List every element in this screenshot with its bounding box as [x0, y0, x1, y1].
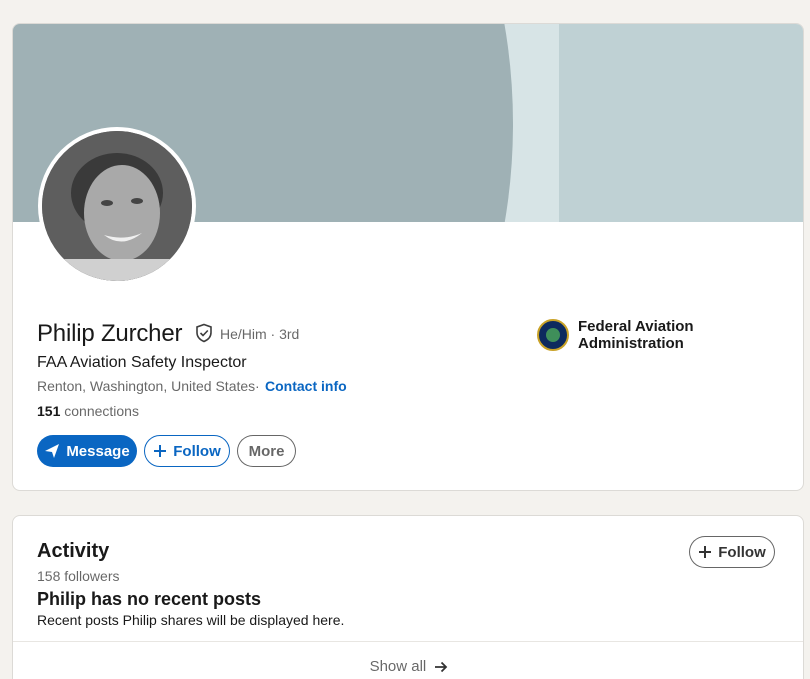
- more-button[interactable]: More: [237, 435, 296, 467]
- arrow-right-icon: [435, 661, 448, 673]
- pronouns-degree: He/Him · 3rd: [220, 326, 300, 342]
- message-button[interactable]: Message: [37, 435, 137, 467]
- plus-icon: [699, 546, 712, 558]
- show-all-label: Show all: [369, 658, 427, 675]
- send-icon: [45, 444, 60, 458]
- follow-button[interactable]: Follow: [144, 435, 230, 467]
- connections-count[interactable]: 151 connections: [37, 403, 139, 419]
- no-posts-heading: Philip has no recent posts: [37, 589, 262, 609]
- more-button-label: More: [248, 442, 285, 460]
- message-button-label: Message: [66, 442, 130, 460]
- faa-logo-icon: [537, 319, 569, 351]
- activity-title: Activity: [37, 540, 110, 562]
- activity-card: Activity 158 followers Follow Philip has…: [12, 515, 804, 679]
- profile-location: Renton, Washington, United States: [37, 378, 256, 394]
- show-all-button[interactable]: Show all: [13, 658, 803, 675]
- profile-headline: FAA Aviation Safety Inspector: [37, 354, 247, 371]
- no-posts-description: Recent posts Philip shares will be displ…: [37, 612, 345, 628]
- divider: [13, 641, 803, 642]
- location-separator: ·: [255, 378, 260, 394]
- connections-number: 151: [37, 403, 61, 419]
- followers-count: 158 followers: [37, 568, 120, 584]
- plus-icon: [154, 445, 167, 457]
- avatar[interactable]: [38, 127, 196, 285]
- connections-label: connections: [60, 403, 139, 419]
- profile-card: Philip Zurcher He/Him · 3rd FAA Aviation…: [12, 23, 804, 491]
- company-name: Federal Aviation Administration: [578, 318, 694, 352]
- current-company[interactable]: Federal Aviation Administration: [537, 318, 803, 352]
- activity-follow-button[interactable]: Follow: [689, 536, 775, 568]
- follow-button-label: Follow: [173, 442, 221, 460]
- profile-name: Philip Zurcher: [37, 320, 183, 347]
- contact-info-link[interactable]: Contact info: [265, 378, 347, 394]
- verified-shield-icon[interactable]: [194, 323, 214, 343]
- activity-follow-label: Follow: [718, 543, 766, 561]
